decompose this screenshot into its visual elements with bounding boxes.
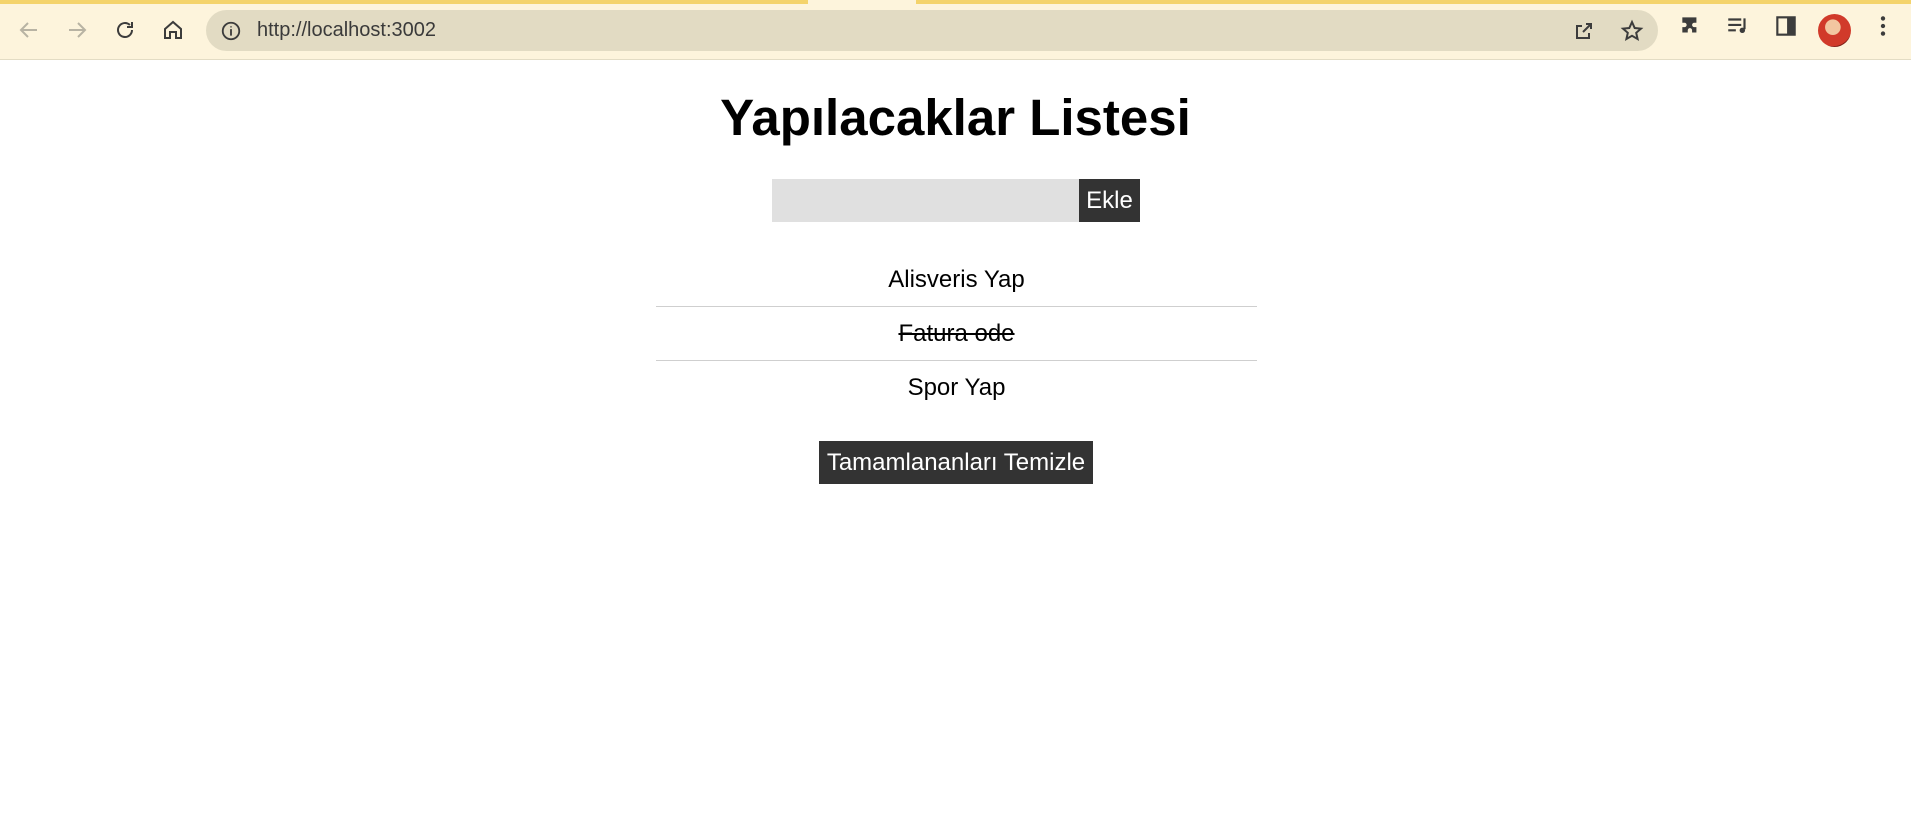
clear-completed-button[interactable]: Tamamlananları Temizle xyxy=(819,441,1093,484)
tab-strip-accent xyxy=(0,0,808,4)
home-icon xyxy=(164,20,182,39)
reload-button[interactable] xyxy=(105,10,145,50)
reading-list-icon[interactable] xyxy=(1725,13,1751,39)
menu-icon[interactable] xyxy=(1870,13,1896,39)
list-item[interactable]: Alisveris Yap xyxy=(656,253,1257,307)
back-button[interactable] xyxy=(9,10,49,50)
forward-icon xyxy=(69,22,87,38)
info-icon[interactable] xyxy=(220,20,242,42)
forward-button[interactable] xyxy=(57,10,97,50)
todo-list: Alisveris Yap Fatura ode Spor Yap xyxy=(656,253,1257,414)
page-title: Yapılacaklar Listesi xyxy=(720,89,1191,146)
todo-input[interactable] xyxy=(772,179,1079,222)
list-item[interactable]: Fatura ode xyxy=(656,307,1257,361)
list-item[interactable]: Spor Yap xyxy=(656,361,1257,414)
add-button[interactable]: Ekle xyxy=(1079,179,1140,222)
star-icon[interactable] xyxy=(1620,19,1644,43)
puzzle-icon[interactable] xyxy=(1678,13,1704,39)
address-bar[interactable]: http://localhost:3002 xyxy=(206,10,1658,51)
side-panel-icon[interactable] xyxy=(1773,13,1799,39)
reload-icon xyxy=(117,22,133,38)
share-icon[interactable] xyxy=(1572,19,1596,43)
avatar[interactable] xyxy=(1818,14,1851,47)
home-button[interactable] xyxy=(153,10,193,50)
tab-strip-accent xyxy=(916,0,1911,4)
browser-toolbar: http://localhost:3002 xyxy=(0,0,1911,60)
url-text[interactable]: http://localhost:3002 xyxy=(257,10,436,51)
back-icon xyxy=(19,22,37,38)
